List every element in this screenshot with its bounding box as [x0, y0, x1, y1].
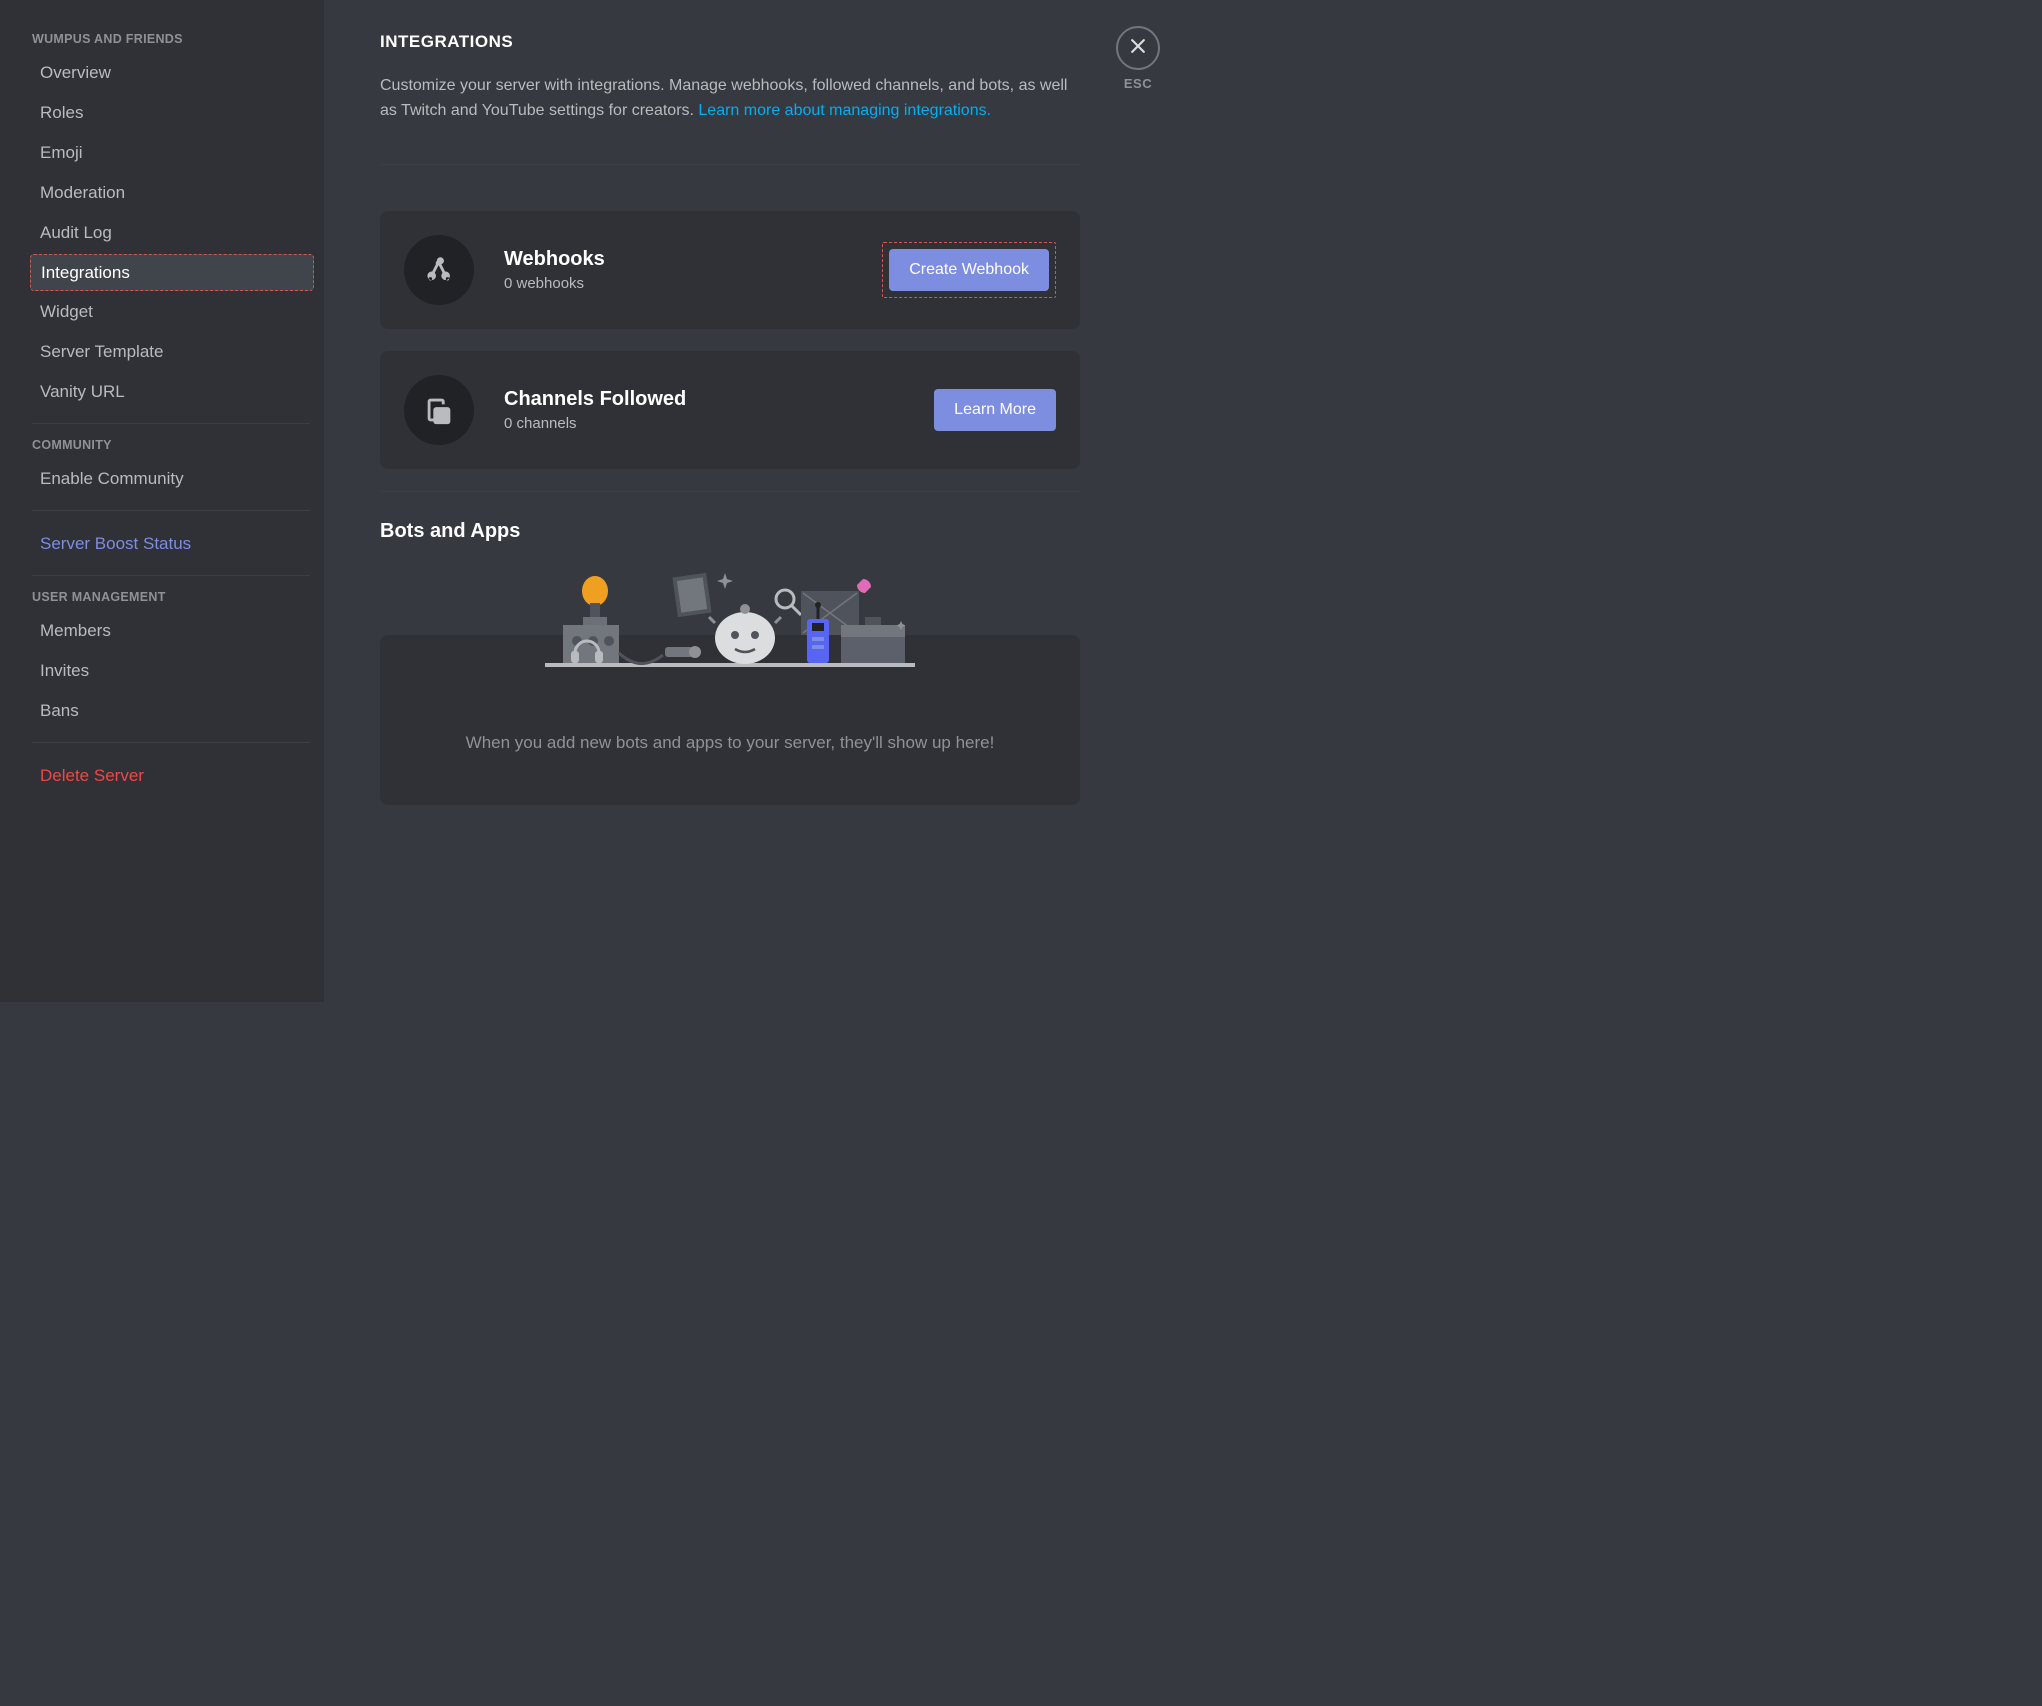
- learn-more-link[interactable]: Learn more about managing integrations.: [698, 102, 991, 119]
- sidebar-item-server-template[interactable]: Server Template: [30, 333, 314, 371]
- sidebar-separator: [32, 575, 310, 576]
- bots-illustration: [545, 563, 915, 671]
- sidebar-item-delete-server[interactable]: Delete Server: [30, 757, 314, 795]
- webhooks-card: Webhooks 0 webhooks Create Webhook: [380, 211, 1080, 329]
- sidebar-item-members[interactable]: Members: [30, 612, 314, 650]
- bots-empty-text: When you add new bots and apps to your s…: [466, 733, 995, 753]
- sidebar-item-invites[interactable]: Invites: [30, 652, 314, 690]
- sidebar-section-community: COMMUNITY: [30, 438, 314, 460]
- sidebar-item-widget[interactable]: Widget: [30, 293, 314, 331]
- bots-empty-state: When you add new bots and apps to your s…: [380, 563, 1080, 803]
- divider: [380, 491, 1080, 492]
- sidebar-item-enable-community[interactable]: Enable Community: [30, 460, 314, 498]
- channels-followed-card-body: Channels Followed 0 channels: [504, 388, 934, 432]
- close-icon: [1128, 36, 1148, 61]
- sidebar-section-user-management: USER MANAGEMENT: [30, 590, 314, 612]
- settings-main: ESC INTEGRATIONS Customize your server w…: [324, 0, 1200, 1002]
- sidebar-item-audit-log[interactable]: Audit Log: [30, 214, 314, 252]
- sidebar-item-emoji[interactable]: Emoji: [30, 134, 314, 172]
- close-wrap: ESC: [1116, 26, 1160, 91]
- channels-followed-icon: [404, 375, 474, 445]
- channels-followed-card: Channels Followed 0 channels Learn More: [380, 351, 1080, 469]
- page-description: Customize your server with integrations.…: [380, 74, 1080, 124]
- divider: [380, 164, 1080, 165]
- channels-followed-title: Channels Followed: [504, 388, 934, 411]
- close-button[interactable]: [1116, 26, 1160, 70]
- create-webhook-button[interactable]: Create Webhook: [889, 249, 1049, 291]
- bots-section-title: Bots and Apps: [380, 520, 1080, 543]
- webhook-icon: [404, 235, 474, 305]
- sidebar-item-roles[interactable]: Roles: [30, 94, 314, 132]
- sidebar-separator: [32, 742, 310, 743]
- webhooks-count: 0 webhooks: [504, 275, 882, 292]
- close-label: ESC: [1116, 76, 1160, 91]
- sidebar-item-server-boost[interactable]: Server Boost Status: [30, 525, 314, 563]
- sidebar-item-bans[interactable]: Bans: [30, 692, 314, 730]
- webhooks-title: Webhooks: [504, 248, 882, 271]
- sidebar-section-server: WUMPUS AND FRIENDS: [30, 32, 314, 54]
- settings-sidebar: WUMPUS AND FRIENDS Overview Roles Emoji …: [0, 0, 324, 1002]
- channels-followed-count: 0 channels: [504, 415, 934, 432]
- sidebar-separator: [32, 510, 310, 511]
- sidebar-item-vanity-url[interactable]: Vanity URL: [30, 373, 314, 411]
- sidebar-separator: [32, 423, 310, 424]
- webhooks-card-body: Webhooks 0 webhooks: [504, 248, 882, 292]
- page-title: INTEGRATIONS: [380, 32, 1080, 52]
- create-webhook-highlight: Create Webhook: [882, 242, 1056, 298]
- sidebar-item-moderation[interactable]: Moderation: [30, 174, 314, 212]
- sidebar-item-integrations[interactable]: Integrations: [30, 254, 314, 291]
- sidebar-item-overview[interactable]: Overview: [30, 54, 314, 92]
- channels-followed-learn-more-button[interactable]: Learn More: [934, 389, 1056, 431]
